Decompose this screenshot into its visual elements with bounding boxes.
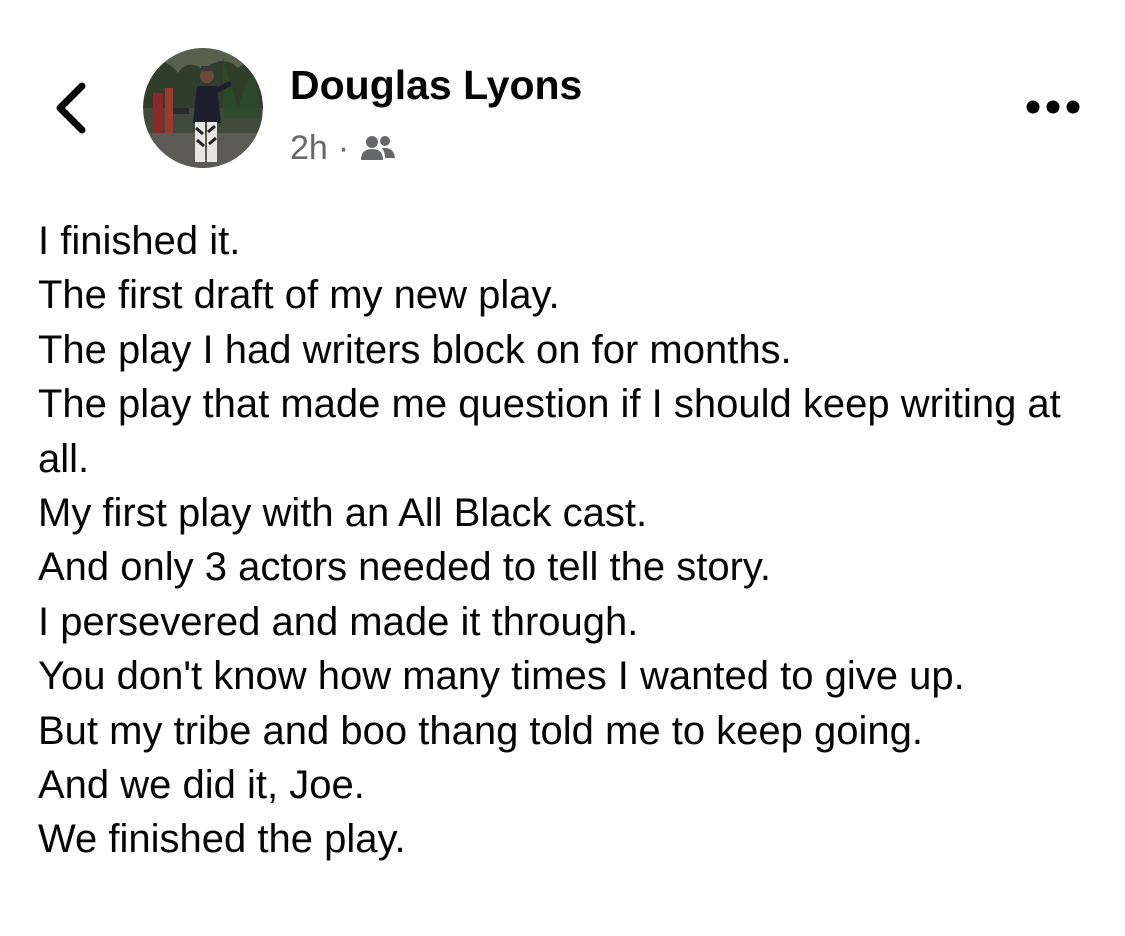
post-line: The first draft of my new play. <box>38 273 560 318</box>
post-line: But my tribe and boo thang told me to ke… <box>38 708 924 753</box>
post-line: The play that made me question if I shou… <box>38 382 1072 481</box>
meta-separator: · <box>337 128 350 167</box>
post-header: Douglas Lyons 2h · <box>0 0 1125 200</box>
back-button[interactable] <box>44 72 100 142</box>
post-line: We finished the play. <box>38 817 406 862</box>
post-text: I finished it. The first draft of my new… <box>38 214 1098 867</box>
chevron-left-icon <box>56 82 86 134</box>
post-timestamp[interactable]: 2h <box>290 129 328 168</box>
profile-photo <box>143 48 263 168</box>
author-name[interactable]: Douglas Lyons <box>290 62 582 109</box>
friends-icon[interactable] <box>359 134 397 164</box>
post-line: I finished it. <box>38 219 241 263</box>
post-line: I persevered and made it through. <box>38 599 639 644</box>
more-horizontal-icon <box>1026 100 1080 114</box>
more-options-button[interactable] <box>1024 92 1082 122</box>
post-line: And we did it, Joe. <box>38 763 365 808</box>
post-meta: 2h · <box>290 128 397 168</box>
post-line: My first play with an All Black cast. <box>38 491 648 536</box>
post-line: You don't know how many times I wanted t… <box>38 654 965 699</box>
avatar[interactable] <box>143 48 263 168</box>
post-line: The play I had writers block on for mont… <box>38 327 792 372</box>
post-line: And only 3 actors needed to tell the sto… <box>38 545 772 590</box>
